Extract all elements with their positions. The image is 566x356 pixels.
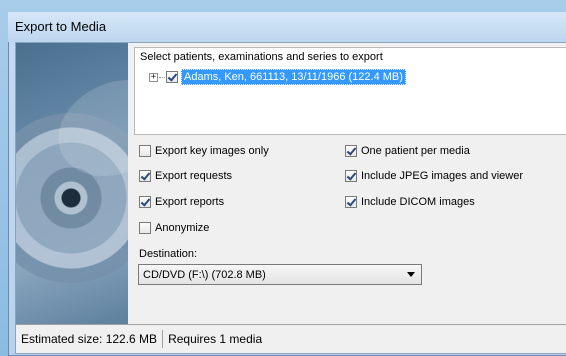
anonymize-option[interactable]: Anonymize <box>139 222 209 234</box>
tree-instruction: Select patients, examinations and series… <box>140 51 383 63</box>
export-key-images-checkbox[interactable] <box>139 145 151 157</box>
one-patient-per-media-label: One patient per media <box>361 145 470 157</box>
expand-icon[interactable]: + <box>149 72 158 82</box>
destination-value: CD/DVD (F:\) (702.8 MB) <box>143 268 266 281</box>
include-jpeg-checkbox[interactable] <box>345 170 357 182</box>
patient-checkbox[interactable] <box>166 71 178 83</box>
title-bar[interactable]: Export to Media <box>8 12 566 42</box>
anonymize-checkbox[interactable] <box>139 222 151 234</box>
include-dicom-label: Include DICOM images <box>361 196 475 208</box>
export-tree[interactable]: Select patients, examinations and series… <box>134 47 566 135</box>
export-reports-option[interactable]: Export reports <box>139 196 224 208</box>
export-requests-option[interactable]: Export requests <box>139 170 232 182</box>
chevron-down-icon[interactable] <box>407 272 415 277</box>
one-patient-per-media-option[interactable]: One patient per media <box>345 145 470 157</box>
patient-item-label[interactable]: Adams, Ken, 661113, 13/11/1966 (122.4 MB… <box>181 69 406 85</box>
export-reports-checkbox[interactable] <box>139 196 151 208</box>
tree-row[interactable]: + Adams, Ken, 661113, 13/11/1966 (122.4 … <box>149 69 406 85</box>
estimated-size: Estimated size: 122.6 MB <box>21 332 158 346</box>
destination-label: Destination: <box>139 248 198 260</box>
export-requests-label: Export requests <box>155 170 233 182</box>
export-reports-label: Export reports <box>155 196 225 208</box>
dialog-body: Select patients, examinations and series… <box>15 42 566 354</box>
requires-media: Requires 1 media <box>168 332 263 346</box>
export-dialog: Export to Media Select patients, examina… <box>8 12 566 356</box>
export-key-images-option[interactable]: Export key images only <box>139 145 269 157</box>
destination-select[interactable]: CD/DVD (F:\) (702.8 MB) <box>138 264 422 285</box>
anonymize-label: Anonymize <box>155 222 210 234</box>
export-key-images-label: Export key images only <box>155 145 269 157</box>
include-jpeg-option[interactable]: Include JPEG images and viewer <box>345 170 523 182</box>
status-bar: Estimated size: 122.6 MB Requires 1 medi… <box>16 324 566 353</box>
include-dicom-checkbox[interactable] <box>345 196 357 208</box>
include-jpeg-label: Include JPEG images and viewer <box>361 170 524 182</box>
tree-connector <box>159 76 165 78</box>
one-patient-per-media-checkbox[interactable] <box>345 145 357 157</box>
window-title: Export to Media <box>15 19 107 34</box>
banner-image <box>16 43 128 325</box>
include-dicom-option[interactable]: Include DICOM images <box>345 196 475 208</box>
export-requests-checkbox[interactable] <box>139 170 151 182</box>
